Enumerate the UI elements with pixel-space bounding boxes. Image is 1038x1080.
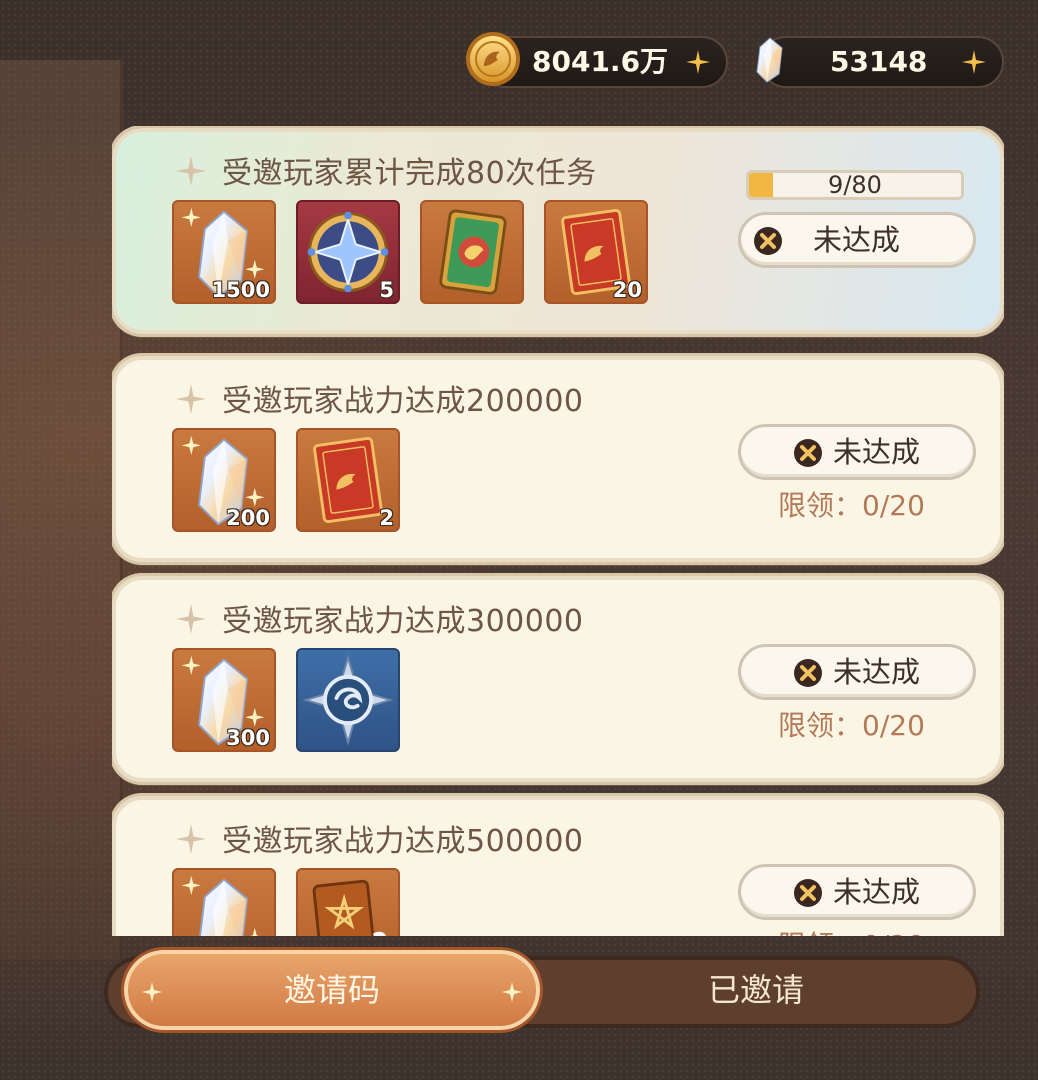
reward-item-red-scroll[interactable]: 2: [296, 428, 400, 532]
progress-text: 9/80: [828, 171, 882, 199]
status-button-not-achieved[interactable]: 未达成: [738, 424, 976, 480]
task-card: 受邀玩家战力达成500000 未达成 限领：0/20: [112, 796, 1004, 936]
pentagram-book-icon: [312, 879, 386, 936]
crystal-currency-pill: 53148: [760, 36, 1004, 88]
status-label: 未达成: [833, 435, 921, 469]
status-label: 未达成: [833, 875, 921, 909]
status-label: 未达成: [833, 655, 921, 689]
gold-coin-icon: [466, 32, 520, 86]
background-notice-board: [0, 60, 123, 960]
sparkle-star-icon: [176, 384, 206, 414]
task-card: 受邀玩家战力达成200000 200 2 未达成 限领：0/20: [112, 356, 1004, 562]
task-title: 受邀玩家累计完成80次任务: [222, 156, 597, 191]
task-title: 受邀玩家战力达成300000: [222, 604, 584, 639]
add-crystal-plus-icon[interactable]: [960, 48, 988, 76]
reward-quantity: 2: [379, 506, 394, 530]
reward-item-crystal[interactable]: [172, 868, 276, 936]
close-circle-icon: [793, 438, 823, 468]
task-card: 受邀玩家战力达成300000 300 未达成 限领：0/20: [112, 576, 1004, 782]
status-button-not-achieved[interactable]: 未达成: [738, 864, 976, 920]
status-button-not-achieved[interactable]: 未达成: [738, 644, 976, 700]
reward-item-blue-compass[interactable]: [296, 648, 400, 752]
reward-item-crystal[interactable]: 1500: [172, 200, 276, 304]
tab-label: 邀请码: [283, 971, 380, 1009]
tab-invited[interactable]: 已邀请: [540, 960, 972, 1024]
task-card: 受邀玩家累计完成80次任务 1500 5 20 9/80 未达成: [112, 128, 1004, 334]
sparkle-star-icon: [176, 604, 206, 634]
claim-limit-text: 限领：0/20: [778, 924, 925, 936]
task-title: 受邀玩家战力达成500000: [222, 824, 584, 859]
reward-item-pentagram-book[interactable]: [296, 868, 400, 936]
sparkle-star-icon: [176, 156, 206, 186]
reward-quantity: 300: [226, 726, 270, 750]
reward-quantity: 20: [612, 278, 642, 302]
tab-invite-code[interactable]: 邀请码: [124, 950, 540, 1030]
claim-limit-text: 限领：0/20: [778, 489, 925, 522]
close-circle-icon: [793, 878, 823, 908]
status-label: 未达成: [813, 223, 901, 257]
claim-limit-text: 限领：0/20: [778, 709, 925, 742]
reward-item-crystal[interactable]: 300: [172, 648, 276, 752]
sparkle-icon: [502, 982, 522, 1002]
crystal-icon: [181, 875, 265, 936]
reward-item-star-emblem[interactable]: 5: [296, 200, 400, 304]
green-card-icon: [439, 209, 507, 295]
reward-quantity: 5: [379, 278, 394, 302]
task-title: 受邀玩家战力达成200000: [222, 384, 584, 419]
reward-item-red-scroll[interactable]: 20: [544, 200, 648, 304]
reward-quantity: 200: [226, 506, 270, 530]
crystal-amount: 53148: [830, 45, 928, 78]
add-gold-plus-icon[interactable]: [684, 48, 712, 76]
tab-label: 已邀请: [707, 971, 804, 1009]
reward-item-crystal[interactable]: 200: [172, 428, 276, 532]
close-circle-icon: [753, 226, 783, 256]
reward-quantity: 1500: [211, 278, 270, 302]
status-button-not-achieved[interactable]: 未达成: [738, 212, 976, 268]
sparkle-star-icon: [176, 824, 206, 854]
reward-item-green-card[interactable]: [420, 200, 524, 304]
gold-amount: 8041.6万: [532, 45, 669, 78]
close-circle-icon: [793, 658, 823, 688]
blue-compass-icon: [302, 654, 394, 746]
task-progress-bar: 9/80: [746, 170, 964, 200]
crystal-icon: [756, 37, 783, 83]
task-list[interactable]: 受邀玩家累计完成80次任务 1500 5 20 9/80 未达成 受邀玩家战力达…: [112, 126, 1004, 936]
